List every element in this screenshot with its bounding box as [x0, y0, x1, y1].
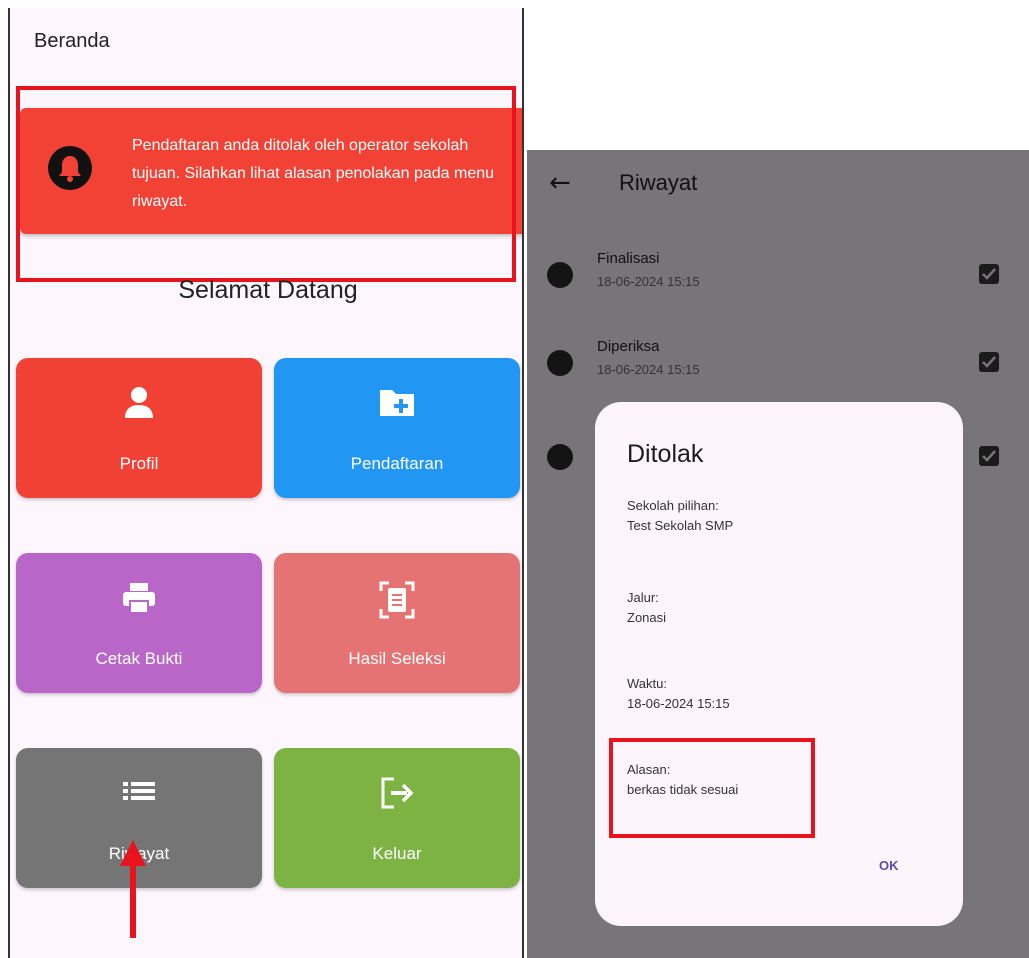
- tile-label: Hasil Seleksi: [348, 649, 446, 668]
- field-value: Zonasi: [627, 610, 667, 625]
- annotation-arrow: [130, 858, 136, 938]
- status-dot-icon: [547, 350, 573, 376]
- dialog-title: Ditolak: [627, 440, 704, 468]
- tile-label: Keluar: [372, 844, 422, 863]
- status-dot-icon: [547, 444, 573, 470]
- document-scan-icon: [274, 581, 520, 621]
- checkbox-checked-icon: [979, 352, 999, 372]
- back-arrow-icon[interactable]: ←: [549, 168, 571, 198]
- dialog-field-jalur: Jalur: Zonasi: [627, 588, 666, 628]
- field-label: Jalur:: [627, 590, 659, 605]
- person-icon: [16, 386, 262, 426]
- item-title: Diperiksa: [597, 338, 660, 355]
- field-value: Test Sekolah SMP: [627, 518, 734, 533]
- item-title: Finalisasi: [597, 250, 660, 267]
- folder-add-icon: [274, 386, 520, 426]
- riwayat-screen: ← Riwayat Finalisasi 18-06-2024 15:15 Di…: [527, 150, 1029, 958]
- tile-label: Pendaftaran: [350, 454, 444, 473]
- annotation-arrow-head: [120, 840, 146, 866]
- rejection-dialog: Ditolak Sekolah pilihan: Test Sekolah SM…: [595, 402, 963, 926]
- item-time: 18-06-2024 15:15: [597, 362, 700, 377]
- dialog-field-waktu: Waktu: 18-06-2024 15:15: [627, 674, 730, 714]
- checkbox-checked-icon: [979, 446, 999, 466]
- tile-keluar[interactable]: Keluar: [274, 748, 520, 888]
- tile-label: Cetak Bukti: [95, 649, 183, 668]
- page-title: Beranda: [34, 30, 110, 52]
- tile-riwayat[interactable]: Riwayat: [16, 748, 262, 888]
- list-icon: [16, 776, 262, 816]
- reason-highlight-box: [609, 738, 815, 838]
- ok-button[interactable]: OK: [879, 858, 899, 873]
- list-item[interactable]: Finalisasi 18-06-2024 15:15: [527, 240, 1029, 300]
- checkbox-checked-icon: [979, 264, 999, 284]
- status-dot-icon: [547, 262, 573, 288]
- tile-hasil-seleksi[interactable]: Hasil Seleksi: [274, 553, 520, 693]
- tile-pendaftaran[interactable]: Pendaftaran: [274, 358, 520, 498]
- tile-profil[interactable]: Profil: [16, 358, 262, 498]
- tile-label: Profil: [119, 454, 159, 473]
- printer-icon: [16, 581, 262, 621]
- list-item[interactable]: Diperiksa 18-06-2024 15:15: [527, 328, 1029, 388]
- item-time: 18-06-2024 15:15: [597, 274, 700, 289]
- page-title: Riwayat: [619, 170, 698, 195]
- welcome-heading: Selamat Datang: [178, 276, 358, 304]
- field-label: Sekolah pilihan:: [627, 498, 719, 513]
- logout-icon: [274, 776, 520, 816]
- banner-highlight-box: [16, 86, 516, 282]
- dialog-field-sekolah: Sekolah pilihan: Test Sekolah SMP: [627, 496, 733, 536]
- tile-cetak-bukti[interactable]: Cetak Bukti: [16, 553, 262, 693]
- field-value: 18-06-2024 15:15: [627, 696, 730, 711]
- home-screen: Beranda Pendaftaran anda ditolak oleh op…: [8, 8, 524, 958]
- field-label: Waktu:: [627, 676, 667, 691]
